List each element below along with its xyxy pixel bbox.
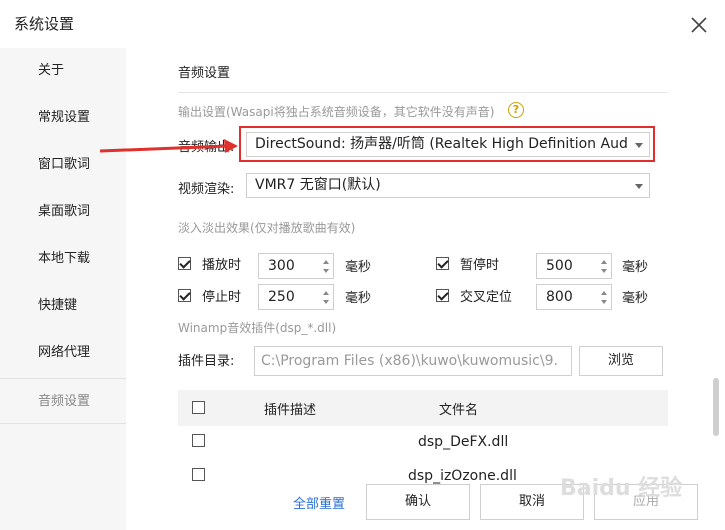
row-checkbox[interactable]: [192, 468, 205, 481]
table-row-file: dsp_izOzone.dll: [408, 468, 517, 484]
ok-button[interactable]: 确认: [366, 484, 470, 520]
video-render-label: 视频渲染:: [178, 182, 235, 197]
spin-down-icon[interactable]: [323, 269, 329, 273]
spin-down-icon[interactable]: [601, 269, 607, 273]
play-fade-label: 播放时: [202, 258, 242, 273]
sidebar-item-desktop-lyrics[interactable]: 桌面歌词: [0, 189, 126, 235]
plugin-dir-input[interactable]: C:\Program Files (x86)\kuwo\kuwomusic\9.: [254, 346, 572, 376]
spin-down-icon[interactable]: [601, 300, 607, 304]
sidebar-item-audio[interactable]: 音频设置: [0, 378, 126, 424]
browse-button[interactable]: 浏览: [579, 346, 663, 376]
stop-fade-unit: 毫秒: [345, 291, 372, 306]
spin-up-icon[interactable]: [323, 291, 329, 295]
watermark: Baidu 经验: [560, 476, 683, 501]
output-hint: 输出设置(Wasapi将独占系统音频设备，其它软件没有声音): [178, 105, 495, 119]
spin-up-icon[interactable]: [601, 291, 607, 295]
cross-seek-fade-label: 交叉定位: [460, 290, 513, 305]
cross-seek-fade-unit: 毫秒: [622, 291, 649, 306]
settings-sidebar: 关于 常规设置 窗口歌词 桌面歌词 本地下载 快捷键 网络代理 音频设置: [0, 48, 126, 530]
plugin-dir-label: 插件目录:: [178, 354, 235, 369]
chevron-down-icon: [635, 184, 643, 189]
column-plugin-desc: 插件描述: [264, 403, 317, 418]
title-bar: 系统设置: [0, 0, 725, 48]
select-all-checkbox[interactable]: [192, 401, 205, 414]
sidebar-item-general[interactable]: 常规设置: [0, 95, 126, 141]
pause-fade-label: 暂停时: [460, 258, 500, 273]
play-fade-unit: 毫秒: [345, 260, 372, 275]
section-title: 音频设置: [178, 66, 231, 81]
sidebar-item-hotkeys[interactable]: 快捷键: [0, 283, 126, 329]
window-title: 系统设置: [14, 15, 75, 33]
sidebar-item-network-proxy[interactable]: 网络代理: [0, 330, 126, 376]
pause-fade-spinbox[interactable]: 500: [536, 253, 612, 279]
cross-seek-fade-spinbox[interactable]: 800: [536, 284, 612, 310]
fade-hint: 淡入淡出效果(仅对播放歌曲有效): [178, 221, 356, 235]
winamp-hint: Winamp音效插件(dsp_*.dll): [178, 321, 337, 335]
video-render-value: VMR7 无窗口(默认): [255, 177, 381, 193]
section-divider: [178, 92, 668, 93]
help-icon[interactable]: ?: [508, 102, 524, 118]
stop-fade-spinbox[interactable]: 250: [258, 284, 334, 310]
table-row-file: dsp_DeFX.dll: [418, 434, 509, 450]
stop-fade-checkbox[interactable]: [178, 289, 191, 302]
plugin-table-header: 插件描述 文件名: [178, 390, 668, 426]
sidebar-item-window-lyrics[interactable]: 窗口歌词: [0, 142, 126, 188]
cross-seek-fade-checkbox[interactable]: [436, 289, 449, 302]
video-render-select[interactable]: VMR7 无窗口(默认): [246, 173, 650, 198]
cross-seek-fade-value: 800: [546, 289, 573, 305]
row-checkbox[interactable]: [192, 434, 205, 447]
stop-fade-label: 停止时: [202, 290, 242, 305]
close-icon[interactable]: [690, 16, 708, 34]
audio-output-label: 音频输出:: [178, 140, 235, 155]
pause-fade-unit: 毫秒: [622, 260, 649, 275]
scrollbar[interactable]: [713, 378, 719, 436]
spin-up-icon[interactable]: [601, 260, 607, 264]
column-file-name: 文件名: [439, 403, 479, 418]
spin-up-icon[interactable]: [323, 260, 329, 264]
sidebar-item-local-download[interactable]: 本地下载: [0, 236, 126, 282]
pause-fade-checkbox[interactable]: [436, 257, 449, 270]
sidebar-item-about[interactable]: 关于: [0, 48, 126, 94]
stop-fade-value: 250: [268, 289, 295, 305]
pause-fade-value: 500: [546, 258, 573, 274]
highlight-box: [239, 126, 655, 162]
spin-down-icon[interactable]: [323, 300, 329, 304]
play-fade-value: 300: [268, 258, 295, 274]
play-fade-spinbox[interactable]: 300: [258, 253, 334, 279]
audio-settings-panel: 音频设置 输出设置(Wasapi将独占系统音频设备，其它软件没有声音) ? 音频…: [126, 48, 725, 530]
reset-all-link[interactable]: 全部重置: [293, 493, 345, 512]
play-fade-checkbox[interactable]: [178, 257, 191, 270]
